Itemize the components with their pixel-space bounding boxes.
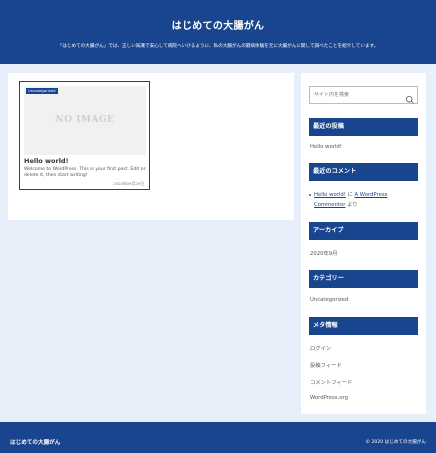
comment-post-link[interactable]: Hello world!	[314, 192, 346, 198]
meta-item-comments-feed[interactable]: コメントフィード	[310, 378, 352, 386]
site-description: 「はじめての大腸がん」では、正しい知識で安心して病院へいけるように、私の大腸がん…	[57, 44, 379, 49]
post-title[interactable]: Hello world!	[24, 157, 69, 165]
category-item[interactable]: Uncategorized	[310, 297, 348, 303]
recent-post-item[interactable]: Hello world!	[310, 144, 342, 150]
copyright-text: © 2020 はじめての大腸がん	[365, 440, 426, 445]
recent-comment-item: Hello world! に A WordPress Commenter より	[309, 190, 420, 210]
site-title[interactable]: はじめての大腸がん	[0, 17, 436, 32]
archive-item[interactable]: 2020年9月	[310, 249, 337, 257]
post-card[interactable]: NO IMAGE Uncategorized Hello world! Welc…	[19, 81, 150, 190]
meta-item-login[interactable]: ログイン	[310, 344, 331, 352]
list-bullet	[309, 194, 312, 197]
recent-post-link[interactable]: Hello world!	[310, 144, 342, 150]
meta-item-wordpress-org[interactable]: WordPress.org	[310, 395, 348, 401]
post-date: 2020年09月29日	[113, 181, 144, 186]
footer-site-title[interactable]: はじめての大腸がん	[10, 438, 60, 446]
search-icon	[405, 95, 414, 104]
login-link[interactable]: ログイン	[310, 346, 331, 352]
search-form	[309, 86, 418, 104]
no-image-placeholder: NO IMAGE	[55, 115, 115, 125]
wordpress-org-link[interactable]: WordPress.org	[310, 395, 348, 401]
widget-title-archives: アーカイブ	[309, 222, 418, 240]
site-footer: はじめての大腸がん © 2020 はじめての大腸がん	[0, 422, 436, 453]
widget-title-recent-posts: 最近の投稿	[309, 118, 418, 136]
category-badge[interactable]: Uncategorized	[26, 88, 58, 94]
post-excerpt: Welcome to WordPress. This is your first…	[24, 167, 146, 178]
comment-connector: に	[345, 192, 355, 198]
widget-title-recent-comments: 最近のコメント	[309, 163, 418, 181]
comment-suffix: より	[345, 202, 358, 208]
widget-title-meta: メタ情報	[309, 317, 418, 335]
archive-link[interactable]: 2020年9月	[310, 251, 337, 257]
post-thumbnail[interactable]: NO IMAGE Uncategorized	[24, 86, 146, 155]
search-button[interactable]	[405, 90, 415, 104]
search-input[interactable]	[310, 87, 406, 103]
site-header: はじめての大腸がん 「はじめての大腸がん」では、正しい知識で安心して病院へいける…	[0, 0, 436, 64]
comments-feed-link[interactable]: コメントフィード	[310, 380, 352, 386]
meta-item-entries-feed[interactable]: 投稿フィード	[310, 361, 342, 369]
sidebar: 最近の投稿 Hello world! 最近のコメント Hello world! …	[301, 73, 426, 414]
entries-feed-link[interactable]: 投稿フィード	[310, 363, 342, 369]
category-link[interactable]: Uncategorized	[310, 297, 348, 303]
main-content: NO IMAGE Uncategorized Hello world! Welc…	[8, 73, 294, 220]
widget-title-categories: カテゴリー	[309, 270, 418, 288]
